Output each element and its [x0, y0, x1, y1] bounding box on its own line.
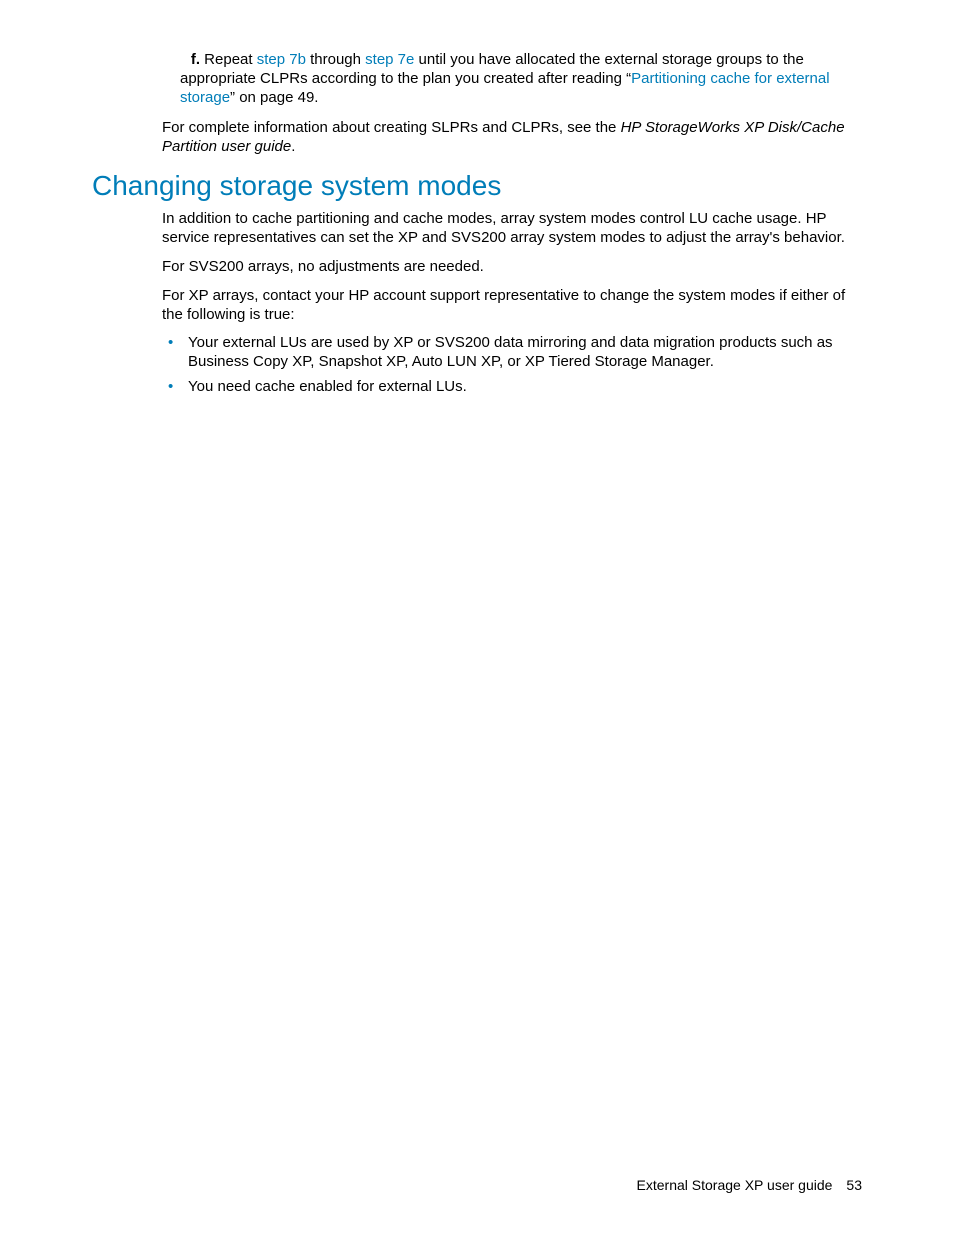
body-paragraph-1: In addition to cache partitioning and ca…	[162, 210, 862, 248]
list-item: You need cache enabled for external LUs.	[182, 378, 862, 397]
step-text: Repeat step 7b through step 7e until you…	[180, 51, 830, 106]
body-paragraph-3: For XP arrays, contact your HP account s…	[162, 287, 862, 325]
list-item: Your external LUs are used by XP or SVS2…	[182, 334, 862, 372]
bullet-list: Your external LUs are used by XP or SVS2…	[162, 334, 862, 397]
step-mid1: through	[306, 51, 365, 68]
page-number: 53	[846, 1177, 862, 1193]
link-step-7e[interactable]: step 7e	[365, 51, 414, 68]
document-page: f. Repeat step 7b through step 7e until …	[0, 0, 954, 1235]
step-pre: Repeat	[204, 51, 257, 68]
link-step-7b[interactable]: step 7b	[257, 51, 306, 68]
body-paragraph-2: For SVS200 arrays, no adjustments are ne…	[162, 258, 862, 277]
closing-paragraph: For complete information about creating …	[162, 118, 862, 156]
step-label: f.	[176, 50, 200, 69]
page-content: f. Repeat step 7b through step 7e until …	[92, 50, 862, 403]
page-footer: External Storage XP user guide 53	[637, 1177, 862, 1193]
footer-title: External Storage XP user guide	[637, 1177, 833, 1193]
section-heading: Changing storage system modes	[92, 170, 862, 202]
step-post: ” on page 49.	[230, 89, 318, 106]
closing-pre: For complete information about creating …	[162, 119, 621, 136]
step-f-block: f. Repeat step 7b through step 7e until …	[180, 50, 862, 108]
closing-post: .	[291, 138, 295, 155]
